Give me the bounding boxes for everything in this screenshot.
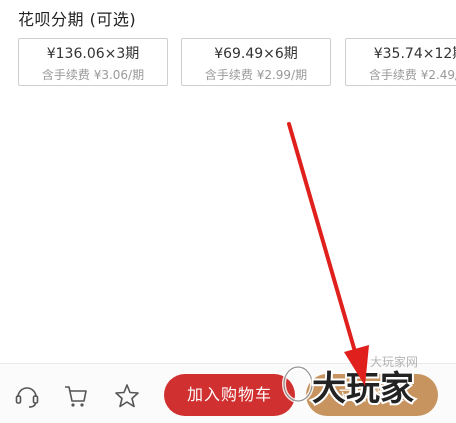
plan-amount: ¥35.74×12期 <box>373 46 456 62</box>
buy-now-button[interactable]: 立即购买 <box>306 374 438 416</box>
installment-plan-list: ¥136.06×3期 含手续费 ¥3.06/期 ¥69.49×6期 含手续费 ¥… <box>18 38 456 88</box>
add-to-cart-button[interactable]: 加入购物车 <box>164 374 295 416</box>
plan-fee: 含手续费 ¥2.49/期 <box>368 68 456 82</box>
plan-amount: ¥136.06×3期 <box>46 46 140 62</box>
customer-service-icon[interactable] <box>13 382 41 410</box>
plan-fee: 含手续费 ¥3.06/期 <box>41 68 145 82</box>
installment-plan-option[interactable]: ¥35.74×12期 含手续费 ¥2.49/期 <box>345 38 456 86</box>
installment-plan-option[interactable]: ¥136.06×3期 含手续费 ¥3.06/期 <box>18 38 168 86</box>
cart-icon[interactable] <box>62 382 90 410</box>
installment-plan-option[interactable]: ¥69.49×6期 含手续费 ¥2.99/期 <box>181 38 331 86</box>
product-purchase-page: 花呗分期 (可选) ¥136.06×3期 含手续费 ¥3.06/期 ¥69.49… <box>0 0 456 423</box>
plan-fee: 含手续费 ¥2.99/期 <box>204 68 308 82</box>
bottom-action-bar: 加入购物车 立即购买 <box>0 363 456 423</box>
installment-title: 花呗分期 (可选) <box>18 10 137 29</box>
star-icon[interactable] <box>113 382 141 410</box>
plan-amount: ¥69.49×6期 <box>214 46 298 62</box>
